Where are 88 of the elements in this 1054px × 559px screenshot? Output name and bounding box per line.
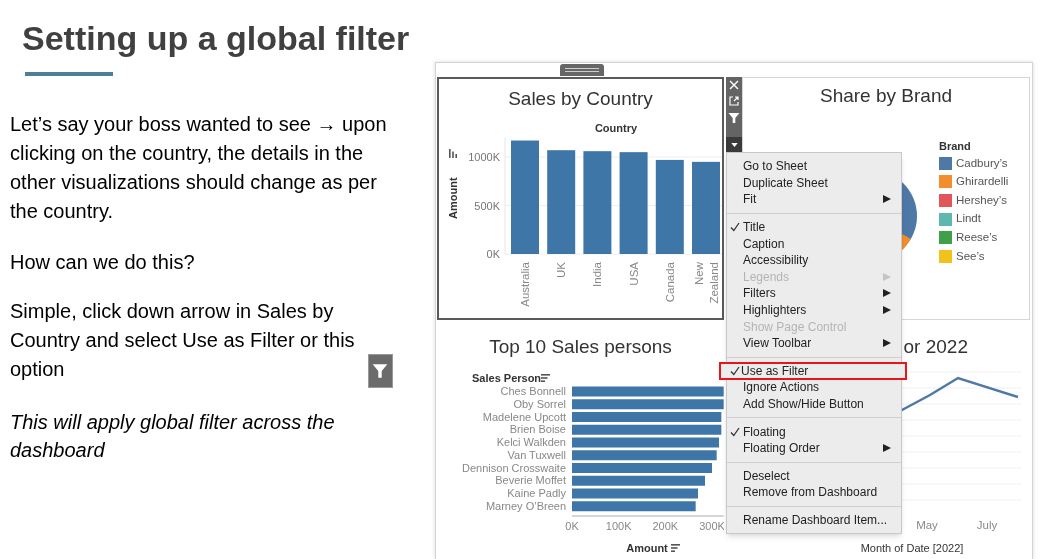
legend-label[interactable]: Lindt	[956, 210, 981, 228]
row-label: Beverie Moffet	[495, 474, 566, 487]
legend-label[interactable]: Hershey’s	[956, 191, 1007, 210]
category-label: USA	[627, 262, 640, 286]
sheet-title: Top 10 Sales persons	[489, 335, 672, 359]
menu-item[interactable]: Go to Sheet	[727, 158, 901, 175]
note-text: This will apply global filter across the dashboard	[10, 409, 336, 463]
check-icon	[730, 365, 740, 376]
legend-title: Brand	[939, 139, 972, 154]
sheet-title: or 2022	[903, 335, 968, 359]
menu-item[interactable]: Use as Filter	[720, 362, 906, 380]
menu-item[interactable]: Highlighters	[727, 301, 901, 319]
axis-tick-label: 300K	[699, 520, 724, 532]
menu-item[interactable]: Add Show/Hide Button	[727, 395, 901, 413]
axis-tick-label: 200K	[652, 520, 679, 532]
menu-item[interactable]: Rename Dashboard Item...	[727, 511, 901, 529]
row-label: Van Tuxwell	[507, 448, 566, 461]
bar[interactable]	[619, 152, 648, 254]
menu-item[interactable]: Ignore Actions	[727, 379, 901, 396]
body-text: Simple, click down arrow in Sales by Country and select Use as Filter or this option	[10, 299, 356, 382]
body-text: How can we do this?	[10, 250, 196, 275]
legend-label[interactable]: Reese’s	[956, 229, 998, 247]
axis-title: Amount	[626, 542, 668, 554]
bar[interactable]	[572, 386, 724, 397]
menu-item[interactable]: Caption	[727, 235, 901, 252]
row-label: Kaine Padly	[507, 487, 566, 499]
check-icon	[730, 222, 740, 233]
sort-icon[interactable]	[671, 544, 680, 552]
bar[interactable]	[655, 159, 684, 254]
bar[interactable]	[572, 437, 719, 448]
axis-tick-label: 500K	[474, 199, 500, 212]
menu-item[interactable]: Floating Order	[727, 439, 901, 457]
menu-item[interactable]: Accessibility	[727, 251, 901, 269]
axis-title: Month of Date [2022]	[860, 542, 964, 554]
filter-icon	[728, 112, 740, 124]
menu-item[interactable]: Remove from Dashboard	[727, 484, 901, 501]
close-icon[interactable]	[729, 80, 739, 90]
bar[interactable]	[547, 150, 576, 254]
category-label: Canada	[663, 262, 676, 303]
sort-icon[interactable]	[449, 149, 457, 158]
row-label: Madelene Upcott	[482, 410, 566, 423]
bar[interactable]	[572, 475, 705, 486]
sort-icon[interactable]	[541, 374, 550, 382]
bar[interactable]	[572, 501, 696, 512]
axis-tick-label: May	[916, 519, 938, 531]
sheet-title: Sales by Country	[508, 87, 653, 111]
row-label: Marney O’Breen	[485, 499, 566, 512]
column-header: Country	[594, 122, 638, 134]
category-label: New Zealand	[693, 262, 720, 304]
axis-tick-label: July	[976, 519, 998, 531]
bar[interactable]	[583, 151, 612, 254]
bar[interactable]	[572, 488, 698, 499]
axis-tick-label: 1000K	[468, 151, 500, 163]
row-header: Sales Person	[472, 372, 542, 384]
funnel-glyph	[372, 362, 389, 379]
legend-label[interactable]: See’s	[956, 247, 985, 265]
axis-tick-label: 0K	[486, 248, 500, 260]
row-label: Ches Bonnell	[500, 385, 566, 397]
menu-item[interactable]: View Toolbar	[727, 334, 901, 352]
row-label: Dennison Crosswaite	[462, 461, 566, 474]
body-text: Let’s say your boss wanted to see → upon clicking on the country, the details in the other visualizations should change as per the country.	[10, 112, 388, 224]
menu-item[interactable]: Deselect	[727, 467, 901, 485]
popout-icon[interactable]	[729, 96, 739, 106]
legend-label[interactable]: Ghirardelli	[956, 173, 1009, 191]
category-label: India	[591, 262, 604, 287]
bar[interactable]	[572, 450, 717, 461]
row-label: Brien Boise	[509, 423, 566, 436]
check-icon	[730, 426, 740, 437]
category-label: Australia	[519, 262, 531, 307]
dropdown-button[interactable]	[726, 137, 742, 152]
caret-icon	[730, 142, 738, 147]
row-label: Oby Sorrel	[513, 397, 566, 410]
menu-item[interactable]: Duplicate Sheet	[727, 174, 901, 192]
axis-tick-label: 0K	[565, 520, 579, 532]
axis-title: Amount	[447, 177, 459, 219]
axis-tick-label: 100K	[605, 520, 632, 532]
slide-title: Setting up a global filter	[22, 18, 410, 58]
menu-item[interactable]: Fit	[727, 191, 901, 208]
menu-item[interactable]: Title	[727, 218, 901, 236]
category-label: UK	[555, 262, 568, 278]
bar[interactable]	[572, 399, 724, 410]
row-label: Kelci Walkden	[496, 436, 566, 448]
bar[interactable]	[572, 424, 722, 435]
legend-label[interactable]: Cadbury’s	[956, 154, 1008, 172]
sheet-title: Share by Brand	[820, 84, 952, 108]
menu-item[interactable]: Floating	[727, 423, 901, 440]
drag-handle[interactable]	[560, 64, 604, 76]
menu-item[interactable]: Filters	[727, 285, 901, 302]
